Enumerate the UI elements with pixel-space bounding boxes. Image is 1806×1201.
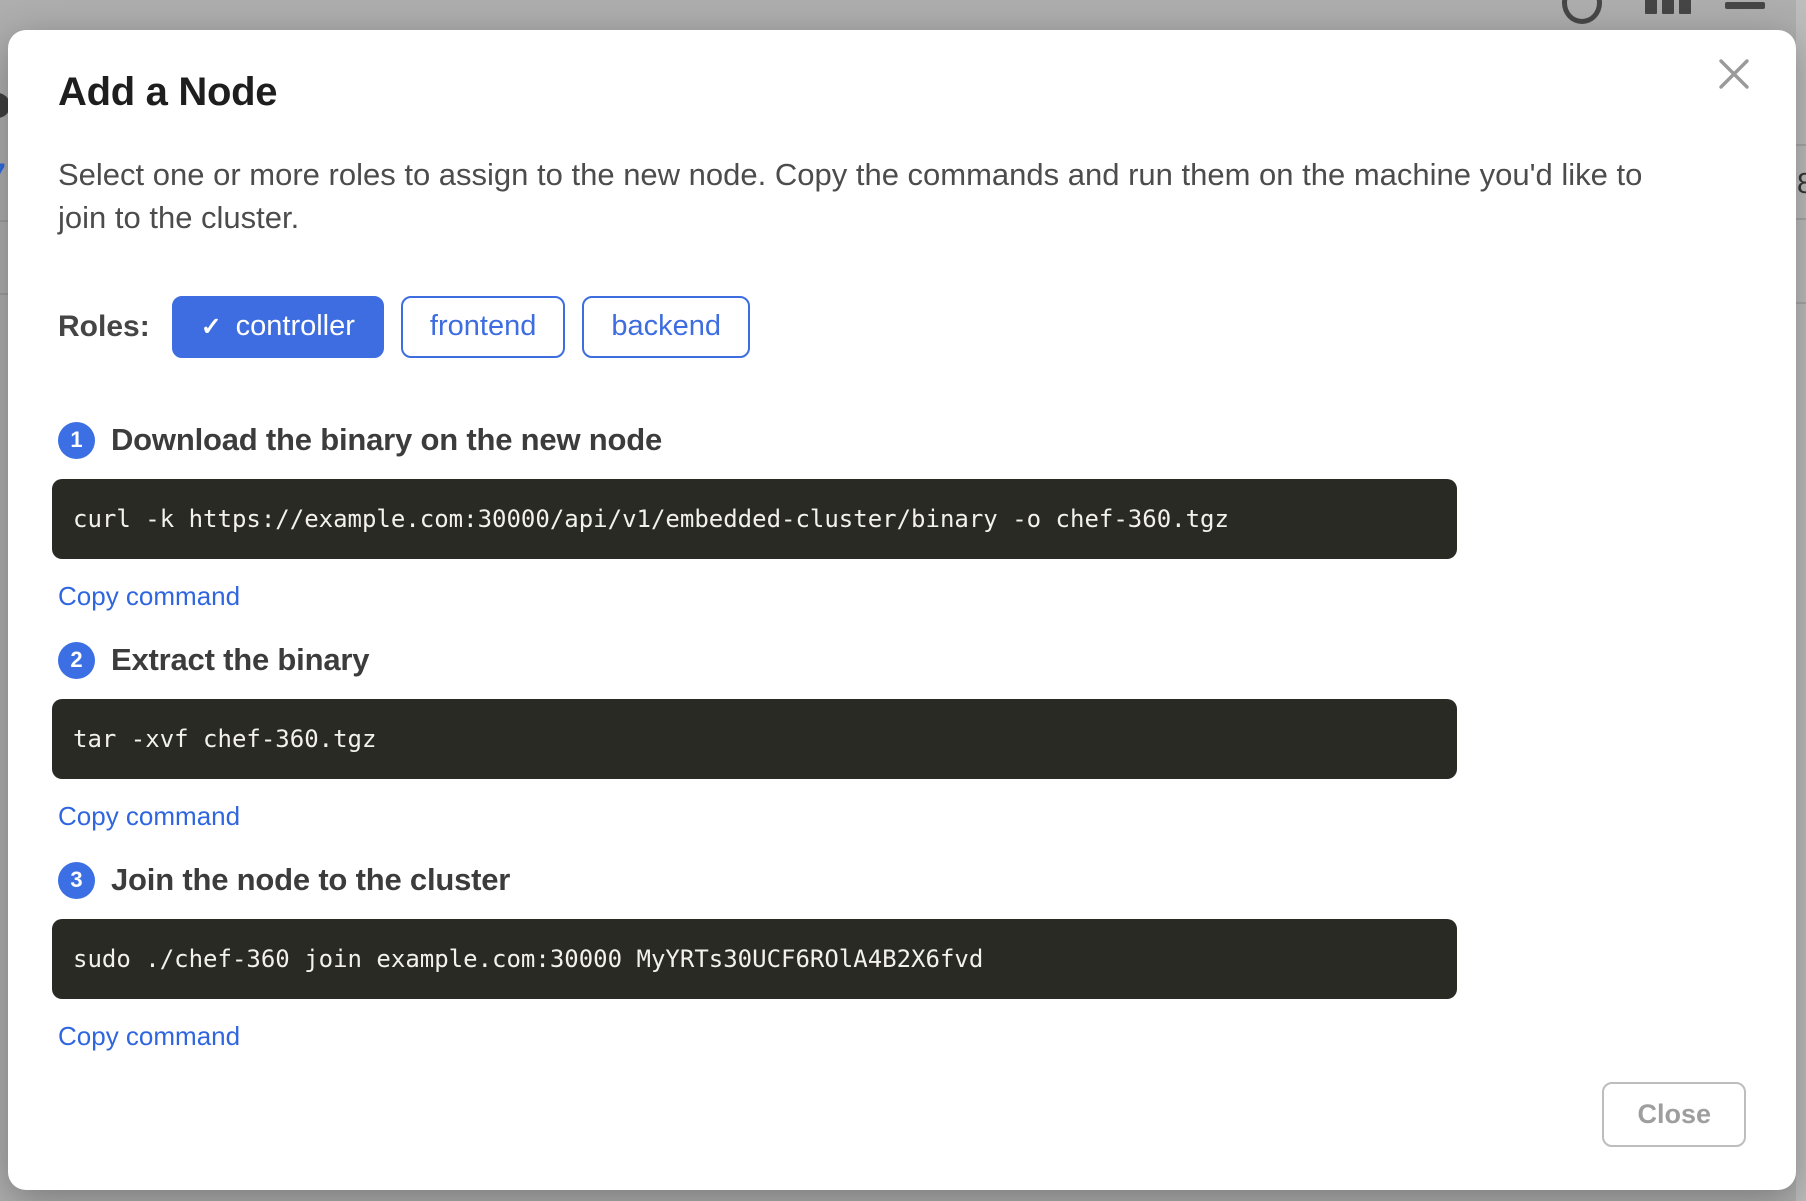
role-label: controller <box>236 310 355 343</box>
columns-chart-icon <box>1662 0 1674 14</box>
step-section-2: 2 Extract the binary tar -xvf chef-360.t… <box>58 642 1746 832</box>
step-title: Join the node to the cluster <box>111 862 510 898</box>
background-right-edge: 8 <box>1796 0 1806 1201</box>
notification-bell-icon <box>1562 0 1602 24</box>
add-node-modal: Add a Node Select one or more roles to a… <box>8 30 1796 1190</box>
copy-command-link[interactable]: Copy command <box>58 581 240 612</box>
background-left-edge: 7 <box>0 0 8 1201</box>
step-section-3: 3 Join the node to the cluster sudo ./ch… <box>58 862 1746 1052</box>
divider <box>1796 218 1806 220</box>
step-number-badge: 2 <box>58 642 95 679</box>
columns-chart-icon <box>1645 0 1657 14</box>
copy-command-link[interactable]: Copy command <box>58 801 240 832</box>
step-title: Extract the binary <box>111 642 369 678</box>
background-number-left: 7 <box>0 158 6 192</box>
modal-title: Add a Node <box>58 70 1746 115</box>
command-code-block[interactable]: sudo ./chef-360 join example.com:30000 M… <box>52 919 1457 999</box>
close-button[interactable]: Close <box>1602 1082 1746 1147</box>
check-icon: ✓ <box>201 312 222 342</box>
role-button-backend[interactable]: backend <box>582 296 750 358</box>
background-number-right: 8 <box>1797 168 1806 201</box>
step-number-badge: 1 <box>58 422 95 459</box>
role-label: backend <box>611 310 721 343</box>
command-code-block[interactable]: curl -k https://example.com:30000/api/v1… <box>52 479 1457 559</box>
step-section-1: 1 Download the binary on the new node cu… <box>58 422 1746 612</box>
roles-row: Roles: ✓ controller frontend backend <box>58 296 1746 358</box>
divider <box>0 293 8 295</box>
modal-description: Select one or more roles to assign to th… <box>58 153 1746 240</box>
divider <box>1796 144 1806 146</box>
columns-chart-icon <box>1679 0 1691 14</box>
divider <box>1796 302 1806 304</box>
role-button-frontend[interactable]: frontend <box>401 296 565 358</box>
avatar-fragment <box>0 93 8 118</box>
role-label: frontend <box>430 310 536 343</box>
role-button-controller[interactable]: ✓ controller <box>172 296 384 358</box>
roles-label: Roles: <box>58 310 150 344</box>
modal-footer: Close <box>58 1082 1746 1147</box>
close-icon[interactable] <box>1716 56 1752 92</box>
step-title: Download the binary on the new node <box>111 422 662 458</box>
hamburger-menu-icon <box>1725 2 1765 9</box>
copy-command-link[interactable]: Copy command <box>58 1021 240 1052</box>
command-code-block[interactable]: tar -xvf chef-360.tgz <box>52 699 1457 779</box>
divider <box>0 220 8 222</box>
step-number-badge: 3 <box>58 862 95 899</box>
